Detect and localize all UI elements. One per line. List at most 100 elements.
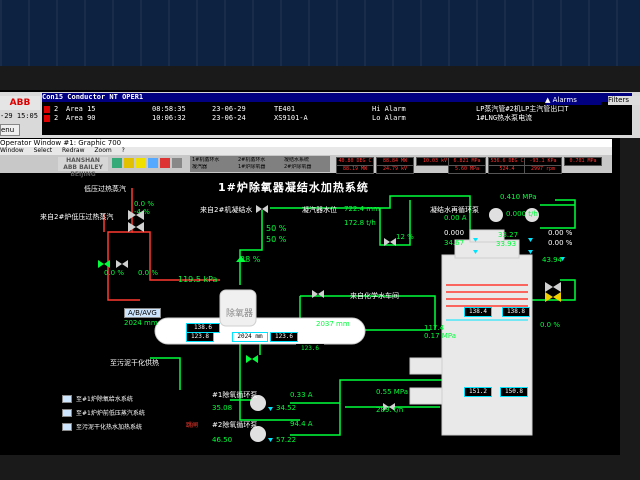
alarm-date: 23-06-24: [212, 114, 246, 122]
hw-pump-icon: [489, 208, 503, 222]
alarm-bell-icon: ▲: [545, 96, 551, 104]
trend-icon[interactable]: [148, 158, 158, 168]
background-wall-pattern: [0, 0, 640, 66]
box-heater-lower-in[interactable]: 151.2: [464, 387, 492, 397]
readout-p1-b: 34.52: [276, 404, 297, 412]
alarm-description: LP蒸汽管#2机LP主汽管出口T: [476, 105, 569, 113]
valve-icon: [246, 355, 258, 363]
menu-zoom[interactable]: Zoom: [94, 147, 111, 154]
alarm-area: Area 15: [66, 105, 96, 113]
box-heater-in[interactable]: 138.4: [464, 307, 492, 317]
label-trip: 跳闸: [186, 422, 199, 429]
readout-v1: 0.0 %: [134, 200, 155, 208]
inlet-flange: [409, 357, 443, 375]
label-from-boiler2: 来自2#炉低压过热蒸汽: [40, 213, 114, 221]
valve-icon: [545, 282, 561, 292]
readout-p2-a: 46.50: [212, 436, 233, 444]
readout-level-avg: 2024 mm: [124, 319, 158, 327]
alarm-area: Area 90: [66, 114, 96, 122]
alarm-priority-indicator: [44, 106, 50, 113]
tab-deaerator2[interactable]: 2#炉除氧器: [284, 164, 329, 171]
clock-readout: -29 15:05: [0, 112, 38, 120]
box-temp3[interactable]: 123.6: [296, 344, 324, 354]
menu-redraw[interactable]: Redraw: [62, 147, 84, 154]
alarm-priority-indicator: [44, 115, 50, 122]
legend-lp-steam[interactable]: 至#1炉炉前低压蒸汽系统: [76, 408, 145, 417]
menu-help[interactable]: ?: [122, 147, 125, 154]
graphic-tabs: 1#机循环水 2#机循环水 凝结水系统 凝汽器 1#炉除氧器 2#炉除氧器: [190, 156, 330, 172]
outlet-flange: [409, 387, 443, 405]
hanshan-logo: HANSHAN ABB BAILEY BEIJING: [58, 157, 108, 178]
tab-deaerator1[interactable]: 1#炉除氧器: [238, 164, 283, 171]
filters-button[interactable]: Filters: [608, 96, 640, 105]
valve-icon: [128, 222, 144, 232]
label-pump1: #1除氧循环泵: [212, 391, 258, 399]
box-heater-lower-out[interactable]: 150.8: [500, 387, 528, 397]
box-heater-out[interactable]: 138.8: [502, 307, 530, 317]
readout-deaerator-pressure: 119.5 kPa: [178, 275, 218, 284]
tab-condensate[interactable]: 凝结水系统: [284, 157, 329, 164]
label-to-dryer: 至污泥干化供热: [110, 359, 159, 367]
alarms-button[interactable]: ▲ Alarms: [545, 96, 601, 105]
avg-selector[interactable]: A/B/AVG: [124, 308, 161, 318]
readout-stack2: 0.17 MPa: [424, 332, 457, 340]
box-temp2[interactable]: 123.6: [270, 332, 298, 342]
box-temp1[interactable]: 123.8: [186, 332, 214, 342]
readout-open50b: 50 %: [266, 235, 287, 244]
menu-select[interactable]: Select: [34, 147, 53, 154]
alarm-time: 10:06:32: [152, 114, 186, 122]
window-menu-bar: Window Select Redraw Zoom ?: [0, 147, 612, 155]
toolbar-value: 0.701 MPa: [564, 157, 602, 166]
menu-button[interactable]: enu: [0, 124, 20, 136]
toolbar-up-icon[interactable]: [112, 158, 122, 168]
tab-cw1[interactable]: 1#机循环水: [192, 157, 237, 164]
alarm-list-header: Con15 Conductor NT OPER1: [42, 93, 632, 102]
warning-icon[interactable]: [136, 158, 146, 168]
abb-logo: ABB: [0, 96, 40, 110]
menu-window[interactable]: Window: [0, 147, 24, 154]
readout-valve12: 12 %: [396, 233, 414, 241]
brand-name: HANSHAN: [66, 157, 100, 164]
alarms-button-label: Alarms: [552, 96, 577, 104]
readout-hw-a: 0.000: [444, 229, 465, 237]
readout-p2-b: 57.22: [276, 436, 297, 444]
alarm-description: 1#LNG热水泵电流: [476, 114, 533, 122]
alarm-date: 23-06-29: [212, 105, 246, 113]
heater-stack: [441, 254, 533, 436]
tab-cw2[interactable]: 2#机循环水: [238, 157, 283, 164]
readout-level3: 2037 mm: [316, 320, 350, 328]
tab-condenser[interactable]: 凝汽器: [192, 164, 237, 171]
graphic-title: 1#炉除氧器凝结水加热系统: [218, 181, 369, 194]
valve-icon: [312, 290, 324, 298]
operator-window-title: Operator Window #1: Graphic 700: [0, 139, 612, 147]
legend-feedwater[interactable]: 至#1炉除氧给水系统: [76, 394, 133, 403]
readout-flow1: 172.8 t/h: [344, 219, 376, 227]
label-from-chem: 来自化学水车间: [350, 292, 399, 300]
readout-v4: 0.0 %: [138, 269, 159, 277]
readout-flow2: 289. t/h: [376, 406, 404, 414]
label-deaerator: 除氧器: [226, 309, 254, 319]
alarm-state: Hi Alarm: [372, 105, 406, 113]
label-from-condensate: 来自2#机凝结水: [200, 206, 253, 214]
box-level2[interactable]: 2024 mm: [232, 332, 268, 342]
alarm-priority: 2: [54, 114, 59, 122]
readout-p2-current: 94.4 A: [290, 420, 313, 428]
readout-stack1: 117.4: [424, 324, 445, 332]
stop-icon[interactable]: [160, 158, 170, 168]
readout-hw-flow: 0.000 t/h: [506, 210, 538, 218]
readout-press2: 0.55 MPa: [376, 388, 409, 396]
readout-open28: 28 %: [240, 255, 261, 264]
alarm-time: 08:58:35: [152, 105, 186, 113]
legend-swatch: [62, 423, 72, 431]
readout-hw-f: 0.00 %: [548, 239, 573, 247]
print-icon[interactable]: [172, 158, 182, 168]
label-pump2: #2除氧循环泵: [212, 421, 258, 429]
readout-hw-current: 0.00 A: [444, 214, 467, 222]
readout-v2: -4 %: [134, 208, 150, 216]
readout-cond-level: 722.4 mm: [344, 205, 380, 213]
readout-hw-e: 33.93: [496, 240, 517, 248]
valve-icon: [116, 260, 128, 268]
legend-sludge[interactable]: 至污泥干化热水加热系统: [76, 422, 142, 431]
toolbar-up-icon[interactable]: [124, 158, 134, 168]
readout-hw-c: 0.00 %: [548, 229, 573, 237]
